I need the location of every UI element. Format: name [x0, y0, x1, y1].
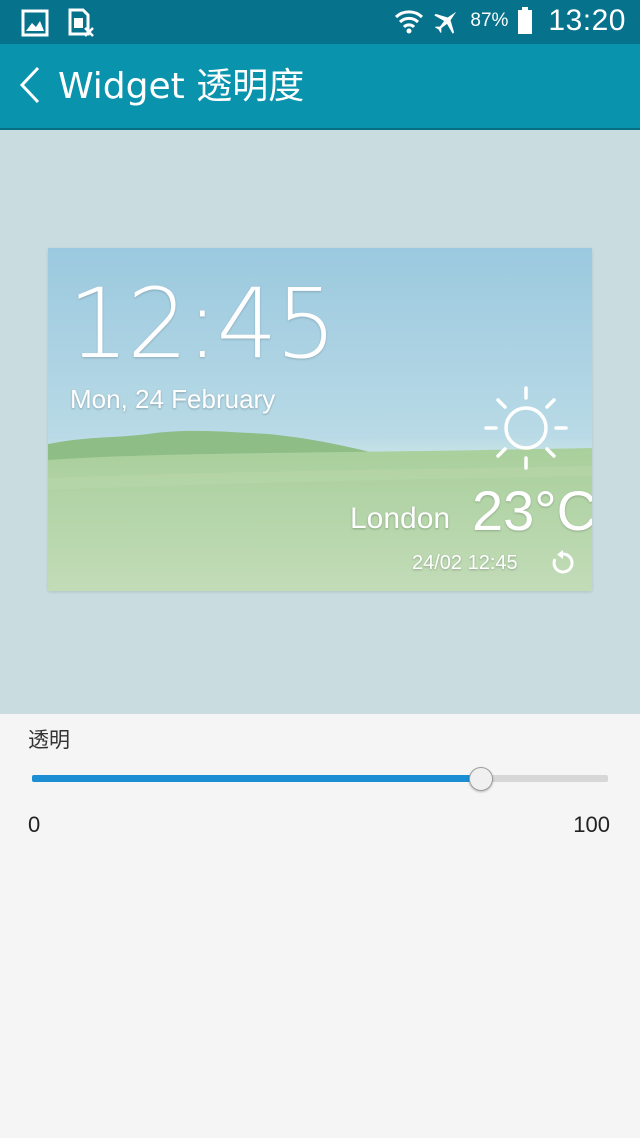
app-bar: Widget 透明度 — [0, 44, 640, 130]
weather-clock-widget: 12:45 Mon, 24 February London 23°C 24/02… — [48, 248, 592, 591]
gallery-icon — [20, 8, 50, 38]
transparency-label: 透明 — [28, 728, 70, 752]
airplane-mode-icon — [432, 6, 462, 36]
status-left-icons — [20, 8, 96, 38]
back-button[interactable] — [10, 64, 50, 110]
slider-thumb[interactable] — [469, 767, 494, 791]
slider-min-label: 0 — [28, 812, 41, 837]
widget-updated-time: 24/02 12:45 — [412, 552, 518, 574]
widget-preview-area: 12:45 Mon, 24 February London 23°C 24/02… — [0, 130, 640, 714]
status-right-icons: 87% 13:20 — [394, 4, 626, 38]
widget-temperature: 23°C — [472, 479, 592, 542]
slider-max-label: 100 — [573, 812, 610, 837]
wifi-icon — [394, 6, 424, 36]
chevron-left-icon — [19, 65, 41, 109]
status-clock: 13:20 — [548, 4, 626, 37]
sun-icon — [480, 382, 572, 474]
battery-icon — [516, 6, 534, 36]
battery-percent: 87% — [470, 10, 509, 31]
sim-disabled-icon — [66, 8, 96, 38]
widget-city: London — [350, 502, 451, 535]
refresh-icon — [550, 550, 576, 576]
status-bar: 87% 13:20 — [0, 0, 640, 44]
widget-date: Mon, 24 February — [70, 384, 276, 414]
transparency-slider[interactable] — [32, 762, 608, 796]
widget-time: 12:45 — [68, 268, 337, 380]
slider-fill — [32, 775, 482, 782]
page-title: Widget 透明度 — [58, 66, 305, 107]
